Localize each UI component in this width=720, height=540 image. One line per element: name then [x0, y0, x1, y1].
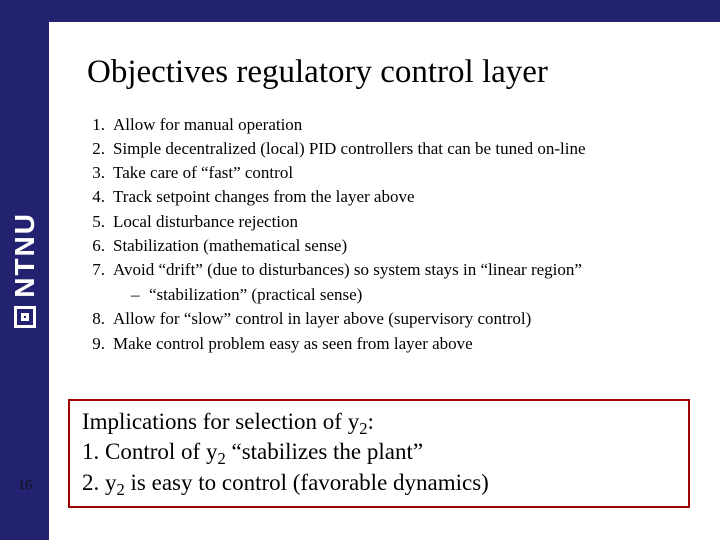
list-item: 1.Allow for manual operation: [87, 113, 690, 137]
list-number: 4.: [87, 185, 113, 209]
list-text: Make control problem easy as seen from l…: [113, 332, 473, 356]
sublist-text: “stabilization” (practical sense): [149, 285, 362, 304]
list-item: 4.Track setpoint changes from the layer …: [87, 185, 690, 209]
list-number: 2.: [87, 137, 113, 161]
slide: NTNU 16 Objectives regulatory control la…: [0, 0, 720, 540]
objectives-list: 1.Allow for manual operation 2.Simple de…: [87, 113, 690, 282]
ntnu-logo-icon-inner: [21, 313, 29, 321]
slide-title: Objectives regulatory control layer: [87, 54, 690, 91]
list-number: 6.: [87, 234, 113, 258]
list-number: 8.: [87, 307, 113, 331]
list-text: Stabilization (mathematical sense): [113, 234, 347, 258]
ntnu-logotype: NTNU: [9, 212, 41, 298]
box-text: :: [367, 409, 373, 434]
list-text: Simple decentralized (local) PID control…: [113, 137, 586, 161]
list-text: Allow for manual operation: [113, 113, 302, 137]
list-number: 5.: [87, 210, 113, 234]
box-text: Implications for selection of y: [82, 409, 359, 434]
list-item: 2.Simple decentralized (local) PID contr…: [87, 137, 690, 161]
subscript: 2: [359, 419, 367, 438]
list-number: 7.: [87, 258, 113, 282]
box-line-2: 1. Control of y2 “stabilizes the plant”: [82, 437, 678, 467]
list-number: 1.: [87, 113, 113, 137]
list-item: 8.Allow for “slow” control in layer abov…: [87, 307, 690, 331]
list-text: Local disturbance rejection: [113, 210, 298, 234]
box-line-3: 2. y2 is easy to control (favorable dyna…: [82, 468, 678, 498]
top-bar: [0, 0, 720, 22]
objectives-sublist: “stabilization” (practical sense): [131, 282, 690, 308]
objectives-list-tail: 8.Allow for “slow” control in layer abov…: [87, 307, 690, 355]
list-item: 5.Local disturbance rejection: [87, 210, 690, 234]
list-text: Track setpoint changes from the layer ab…: [113, 185, 415, 209]
box-text: “stabilizes the plant”: [226, 439, 423, 464]
list-text: Allow for “slow” control in layer above …: [113, 307, 531, 331]
list-item: 6.Stabilization (mathematical sense): [87, 234, 690, 258]
box-text: 2. y: [82, 470, 117, 495]
list-item: 3.Take care of “fast” control: [87, 161, 690, 185]
box-text: 1. Control of y: [82, 439, 217, 464]
implications-box: Implications for selection of y2: 1. Con…: [68, 399, 690, 508]
list-text: Avoid “drift” (due to disturbances) so s…: [113, 258, 582, 282]
list-item: 9.Make control problem easy as seen from…: [87, 332, 690, 356]
box-text: is easy to control (favorable dynamics): [125, 470, 489, 495]
list-item: 7.Avoid “drift” (due to disturbances) so…: [87, 258, 690, 282]
subscript: 2: [117, 480, 125, 499]
list-number: 3.: [87, 161, 113, 185]
box-line-1: Implications for selection of y2:: [82, 407, 678, 437]
list-number: 9.: [87, 332, 113, 356]
sublist-item: “stabilization” (practical sense): [131, 282, 690, 308]
sidebar: NTNU: [0, 0, 49, 540]
implications-box-wrap: Implications for selection of y2: 1. Con…: [68, 399, 690, 508]
ntnu-logo-icon: [14, 306, 36, 328]
list-text: Take care of “fast” control: [113, 161, 293, 185]
page-number: 16: [10, 478, 40, 494]
subscript: 2: [217, 449, 225, 468]
